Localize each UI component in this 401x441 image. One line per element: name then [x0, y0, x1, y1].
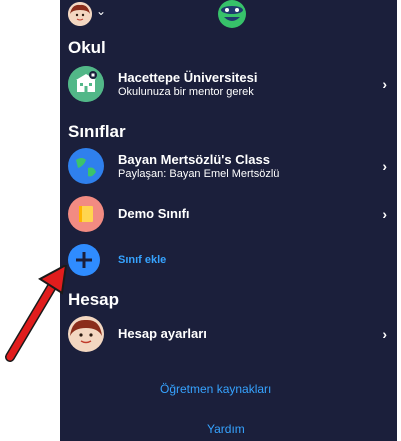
- add-class-row[interactable]: Sınıf ekle: [60, 240, 397, 280]
- chevron-right-icon: ›: [382, 158, 387, 174]
- classdojo-logo-icon: [215, 0, 249, 30]
- account-settings-row[interactable]: Hesap ayarları ›: [60, 314, 397, 354]
- class-row[interactable]: Bayan Mertsözlü's Class Paylaşan: Bayan …: [60, 146, 397, 186]
- account-settings-label: Hesap ayarları: [118, 326, 207, 341]
- red-arrow-annotation: [5, 265, 68, 362]
- class-owner: Paylaşan: Bayan Emel Mertsözlü: [118, 168, 280, 180]
- notebook-icon: [68, 196, 104, 232]
- school-row[interactable]: Hacettepe Üniversitesi Okulunuza bir men…: [60, 64, 397, 104]
- globe-icon: [68, 148, 104, 184]
- profile-avatar[interactable]: [68, 2, 92, 26]
- class-name: Bayan Mertsözlü's Class: [118, 152, 270, 167]
- section-title-okul: Okul: [68, 38, 106, 57]
- school-name: Hacettepe Üniversitesi: [118, 70, 258, 85]
- section-title-siniflar: Sınıflar: [68, 122, 126, 141]
- school-icon: [68, 66, 104, 102]
- chevron-right-icon: ›: [382, 326, 387, 342]
- teacher-resources-link[interactable]: Öğretmen kaynakları: [160, 382, 271, 396]
- top-bar: ⌄: [60, 0, 397, 30]
- help-link[interactable]: Yardım: [207, 422, 245, 436]
- chevron-right-icon: ›: [382, 206, 387, 222]
- school-subtitle: Okulunuza bir mentor gerek: [118, 86, 254, 98]
- demo-class-row[interactable]: Demo Sınıfı ›: [60, 194, 397, 234]
- add-class-label: Sınıf ekle: [118, 254, 167, 266]
- demo-class-name: Demo Sınıfı: [118, 206, 190, 221]
- app-screen: ⌄ Okul Hacettepe Üniversitesi Okulunuza …: [60, 0, 397, 441]
- chevron-down-icon[interactable]: ⌄: [96, 4, 106, 18]
- chevron-right-icon: ›: [382, 76, 387, 92]
